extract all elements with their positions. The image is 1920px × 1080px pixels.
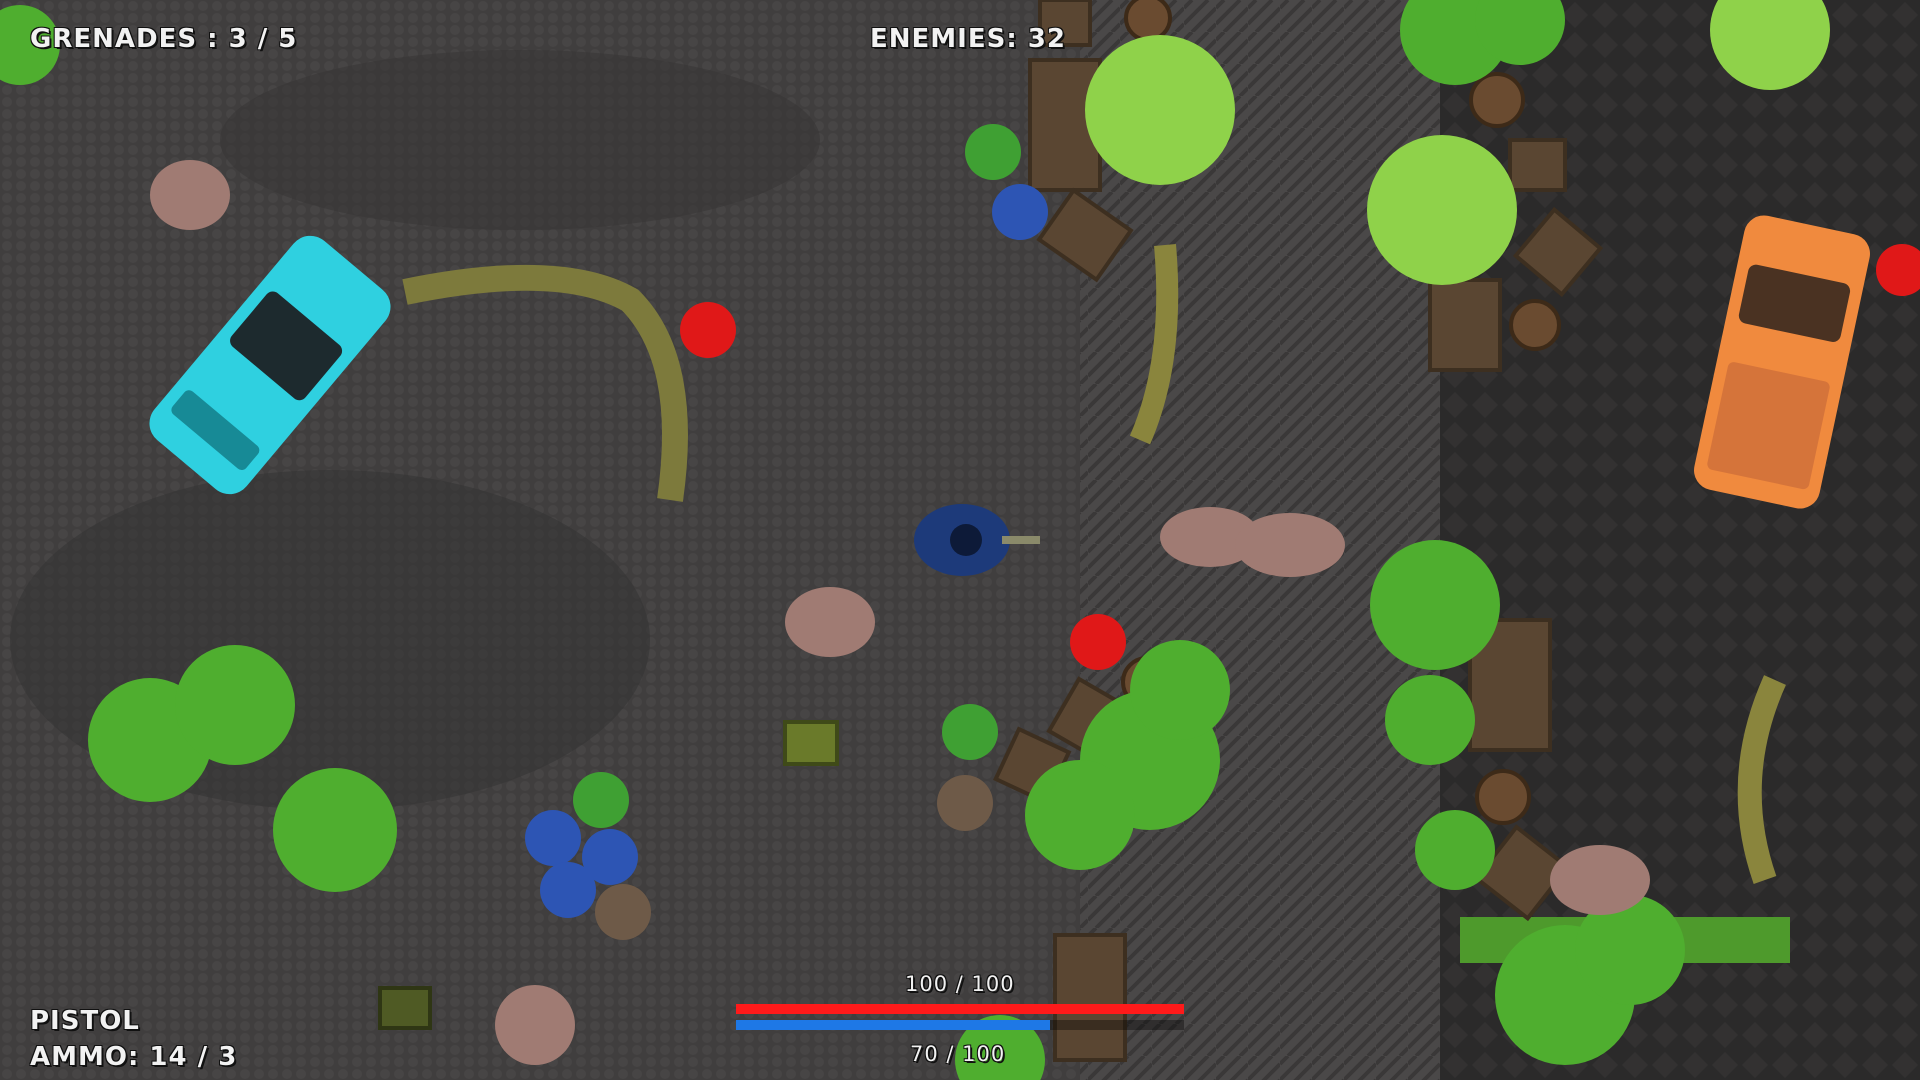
health-bar: [736, 1004, 1184, 1014]
barrel-rusty: [937, 775, 993, 831]
explosive-barrel-red: [1070, 614, 1126, 670]
wooden-barrel: [1475, 769, 1531, 825]
grenade-counter: GRENADES : 3 / 5: [30, 24, 298, 54]
explosive-barrel-red: [680, 302, 736, 358]
game-world[interactable]: [0, 0, 1920, 1080]
ammo-pickup[interactable]: [378, 986, 432, 1030]
barrel-green: [942, 704, 998, 760]
barrel-blue: [992, 184, 1048, 240]
stamina-bar: [736, 1020, 1184, 1030]
health-value: 100 / 100: [905, 972, 1015, 996]
enemy-counter: ENEMIES: 32: [870, 24, 1066, 54]
health-bar-fill: [736, 1004, 1184, 1014]
wooden-crate: [1053, 933, 1127, 1062]
ground-shadow: [220, 50, 820, 230]
wooden-crate: [1428, 278, 1502, 372]
stamina-bar-fill: [736, 1020, 1050, 1030]
ammo-pickup[interactable]: [783, 720, 839, 766]
wooden-barrel: [1509, 299, 1561, 351]
wooden-barrel: [1469, 72, 1525, 128]
ammo-counter: AMMO: 14 / 3: [30, 1042, 238, 1072]
barrel-blue: [525, 810, 581, 866]
wooden-crate: [1508, 138, 1567, 192]
barrel-blue: [540, 862, 596, 918]
weapon-name: PISTOL: [30, 1006, 140, 1036]
wooden-barrel: [1124, 0, 1172, 42]
stamina-value: 70 / 100: [910, 1042, 1006, 1066]
barrel-rusty: [595, 884, 651, 940]
barrel-green: [573, 772, 629, 828]
barrel-green: [965, 124, 1021, 180]
